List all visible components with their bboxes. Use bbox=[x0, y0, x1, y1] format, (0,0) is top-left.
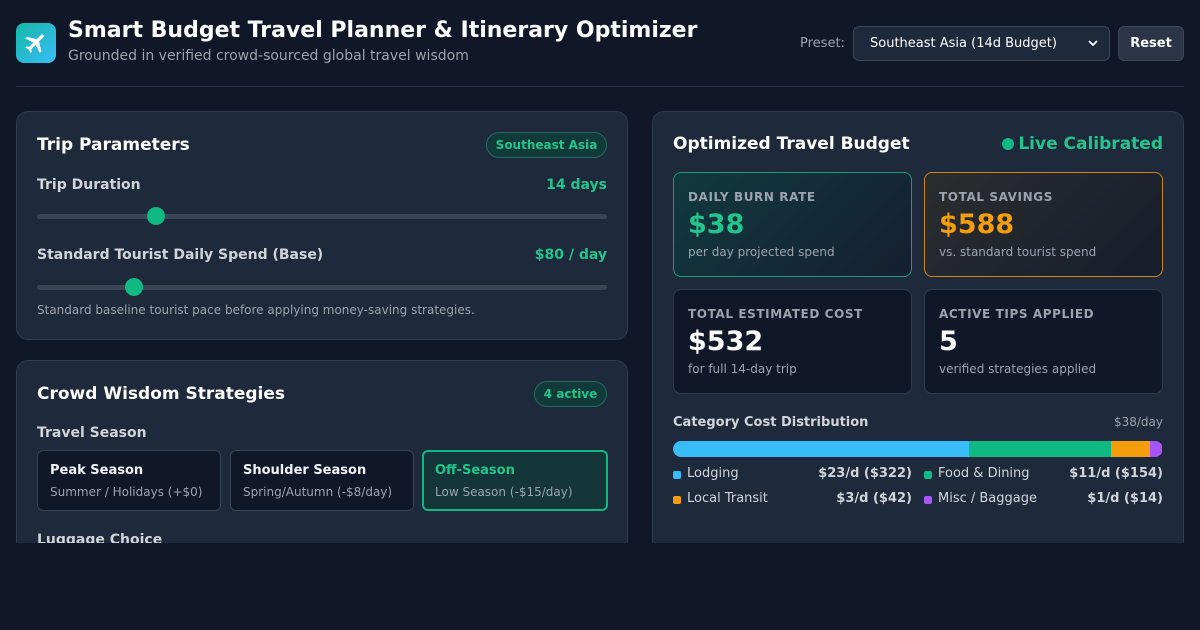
trip-parameters-title: Trip Parameters bbox=[37, 135, 190, 155]
reset-button[interactable]: Reset bbox=[1118, 26, 1184, 61]
live-calibrated-label: Live Calibrated bbox=[1018, 134, 1163, 154]
distribution-total: $38/day bbox=[1113, 415, 1163, 429]
legend-value: $3/d ($42) bbox=[836, 491, 912, 506]
duration-slider-thumb[interactable] bbox=[147, 207, 165, 225]
duration-value: 14 days bbox=[546, 177, 607, 193]
stat-key: DAILY BURN RATE bbox=[688, 190, 816, 204]
season-peak-card[interactable]: Peak Season Summer / Holidays (+$0) bbox=[37, 450, 221, 511]
active-strategies-badge: 4 active bbox=[534, 381, 607, 407]
app-subtitle: Grounded in verified crowd-sourced globa… bbox=[68, 48, 469, 64]
legend-name: Local Transit bbox=[687, 491, 768, 506]
legend-name: Lodging bbox=[687, 466, 739, 481]
season-title: Off-Season bbox=[435, 463, 515, 478]
airplane-icon bbox=[16, 23, 56, 63]
duration-label: Trip Duration bbox=[37, 177, 141, 193]
distribution-title: Category Cost Distribution bbox=[673, 415, 869, 430]
legend-item-transit: Local Transit $3/d ($42) bbox=[673, 491, 912, 509]
season-title: Peak Season bbox=[50, 463, 144, 478]
spend-hint: Standard baseline tourist pace before ap… bbox=[37, 303, 475, 317]
trip-parameters-panel: Trip Parameters Southeast Asia Trip Dura… bbox=[16, 111, 628, 340]
legend-name: Food & Dining bbox=[938, 466, 1030, 481]
spend-slider-thumb[interactable] bbox=[125, 278, 143, 296]
stat-card-daily-burn: DAILY BURN RATE $38 per day projected sp… bbox=[673, 172, 912, 277]
stat-desc: per day projected spend bbox=[688, 245, 835, 259]
stat-value: 5 bbox=[939, 326, 958, 357]
stat-key: TOTAL ESTIMATED COST bbox=[688, 307, 863, 321]
strategies-title: Crowd Wisdom Strategies bbox=[37, 384, 286, 404]
preset-select[interactable]: Southeast Asia (14d Budget) bbox=[853, 26, 1110, 61]
season-heading: Travel Season bbox=[37, 425, 147, 441]
budget-title: Optimized Travel Budget bbox=[673, 134, 910, 154]
spend-slider[interactable] bbox=[37, 278, 607, 296]
stat-desc: verified strategies applied bbox=[939, 362, 1097, 376]
region-badge: Southeast Asia bbox=[486, 132, 607, 158]
season-subtitle: Low Season (-$15/day) bbox=[435, 485, 573, 499]
app-header: Smart Budget Travel Planner & Itinerary … bbox=[16, 16, 1184, 76]
distribution-segment bbox=[1111, 441, 1150, 457]
stat-card-total-cost: TOTAL ESTIMATED COST $532 for full 14-da… bbox=[673, 289, 912, 394]
legend-value: $23/d ($322) bbox=[818, 466, 912, 481]
spend-value: $80 / day bbox=[534, 247, 607, 263]
season-shoulder-card[interactable]: Shoulder Season Spring/Autumn (-$8/day) bbox=[230, 450, 414, 511]
legend-swatch bbox=[673, 496, 681, 504]
legend-swatch bbox=[924, 496, 932, 504]
distribution-segment bbox=[969, 441, 1112, 457]
season-subtitle: Spring/Autumn (-$8/day) bbox=[243, 485, 393, 499]
stat-value: $38 bbox=[688, 209, 745, 240]
legend-swatch bbox=[924, 471, 932, 479]
legend-item-lodging: Lodging $23/d ($322) bbox=[673, 466, 912, 484]
legend-name: Misc / Baggage bbox=[938, 491, 1037, 506]
stat-key: TOTAL SAVINGS bbox=[939, 190, 1053, 204]
strategies-panel: Crowd Wisdom Strategies 4 active Travel … bbox=[16, 360, 628, 543]
live-calibrated-status: Live Calibrated bbox=[1002, 134, 1163, 154]
luggage-heading: Luggage Choice bbox=[37, 532, 163, 543]
preset-label: Preset: bbox=[800, 36, 845, 51]
chevron-down-icon bbox=[1088, 40, 1098, 47]
legend-item-misc: Misc / Baggage $1/d ($14) bbox=[924, 491, 1163, 509]
budget-panel: Optimized Travel Budget Live Calibrated … bbox=[652, 111, 1184, 543]
legend-value: $1/d ($14) bbox=[1087, 491, 1163, 506]
stat-desc: vs. standard tourist spend bbox=[939, 245, 1097, 259]
spend-label: Standard Tourist Daily Spend (Base) bbox=[37, 247, 324, 263]
stat-card-total-savings: TOTAL SAVINGS $588 vs. standard tourist … bbox=[924, 172, 1163, 277]
app-title: Smart Budget Travel Planner & Itinerary … bbox=[68, 18, 698, 43]
season-off-card[interactable]: Off-Season Low Season (-$15/day) bbox=[422, 450, 608, 511]
stat-value: $588 bbox=[939, 209, 1015, 240]
stat-key: ACTIVE TIPS APPLIED bbox=[939, 307, 1095, 321]
legend-swatch bbox=[673, 471, 681, 479]
status-dot-icon bbox=[1002, 138, 1015, 150]
stat-value: $532 bbox=[688, 326, 764, 357]
distribution-segment bbox=[673, 441, 970, 457]
preset-select-value: Southeast Asia (14d Budget) bbox=[870, 36, 1057, 51]
stat-card-active-tips: ACTIVE TIPS APPLIED 5 verified strategie… bbox=[924, 289, 1163, 394]
duration-slider[interactable] bbox=[37, 207, 607, 225]
season-title: Shoulder Season bbox=[243, 463, 367, 478]
distribution-segment bbox=[1149, 441, 1163, 457]
stat-desc: for full 14-day trip bbox=[688, 362, 797, 376]
viewport: Smart Budget Travel Planner & Itinerary … bbox=[0, 0, 1200, 543]
header-divider bbox=[16, 86, 1184, 87]
legend-value: $11/d ($154) bbox=[1069, 466, 1163, 481]
category-distribution-bar bbox=[673, 441, 1163, 457]
season-subtitle: Summer / Holidays (+$0) bbox=[50, 485, 203, 499]
legend-item-food: Food & Dining $11/d ($154) bbox=[924, 466, 1163, 484]
